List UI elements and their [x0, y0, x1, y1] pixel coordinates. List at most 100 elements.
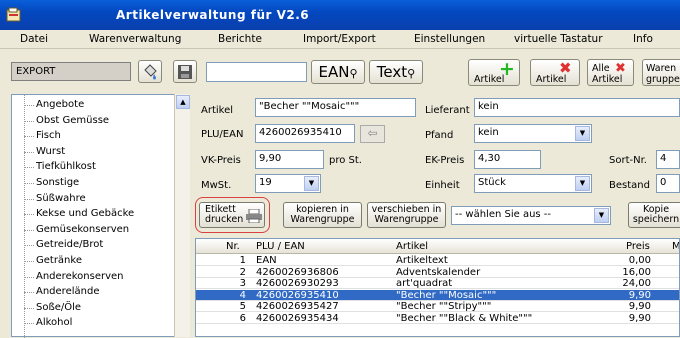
menu-einstellungen[interactable]: Einstellungen [414, 33, 485, 45]
menu-info[interactable]: Info [633, 33, 653, 45]
cell-nr: 3 [239, 278, 246, 289]
table-row[interactable]: 6 4260026935434 "Becher ""Black & White"""… [196, 312, 679, 324]
tree-item[interactable]: Tiefkühlkost [36, 161, 96, 172]
menu-bar: Datei Warenverwaltung Berichte Import/Ex… [0, 30, 680, 49]
scroll-up-button[interactable]: ▲ [176, 95, 190, 109]
cell-plu: EAN [256, 255, 277, 266]
tree-item[interactable]: Süßwahre [36, 193, 86, 204]
vertical-scrollbar[interactable]: ▲ [174, 94, 190, 337]
tree-connector [24, 261, 34, 262]
tree-connector [24, 136, 34, 138]
plu-field[interactable]: 4260026935410 [255, 124, 355, 143]
tree-item[interactable]: Wurst [36, 146, 65, 157]
tree-item[interactable]: Getränke [36, 255, 82, 266]
table-row[interactable]: 1 EAN Artikeltext 0,00 [196, 255, 679, 267]
cell-plu: 4260026935410 [256, 289, 339, 301]
tree-line [24, 95, 25, 338]
mwst-select[interactable]: 19 ▼ [255, 174, 321, 193]
arrow-left-icon: ⇦ [367, 126, 378, 140]
artikel-field[interactable]: "Becher ""Mosaic""" [255, 98, 416, 117]
toolbar: EXPORT EAN⚲ Text⚲ + Artikel ✖ Artikel ✖ … [0, 50, 680, 94]
tree-item[interactable]: Angebote [36, 99, 84, 110]
key-icon: ⚲ [407, 67, 416, 80]
clear-button[interactable] [138, 60, 162, 83]
sort-field[interactable]: 4 [656, 150, 680, 169]
delete-article-button[interactable]: ✖ Artikel [530, 59, 580, 86]
menu-virtuelle-tastatur[interactable]: virtuelle Tastatur [514, 33, 603, 45]
tree-connector [24, 229, 34, 231]
tree-item[interactable]: Alkohol [36, 317, 72, 328]
lieferant-value: kein [478, 101, 499, 112]
einheit-value: Stück [478, 177, 506, 188]
app-icon[interactable] [6, 7, 22, 23]
cell-artikel: Artikeltext [396, 255, 448, 266]
cell-nr: 4 [239, 289, 246, 301]
col-artikel[interactable]: Artikel [396, 241, 428, 252]
pfand-select[interactable]: kein ▼ [474, 124, 592, 143]
tree-item[interactable]: Fisch [36, 130, 61, 141]
chevron-down-icon[interactable]: ▼ [575, 176, 590, 191]
search-text-button[interactable]: Text⚲ [369, 60, 423, 84]
copy-ean-button[interactable]: ⇦ [360, 125, 385, 143]
copy-to-group-button[interactable]: kopieren in Warengruppe [283, 202, 362, 228]
tree-item[interactable]: Anderekonserven [36, 271, 124, 282]
col-m[interactable]: M [672, 241, 679, 252]
tree-connector [24, 198, 34, 200]
menu-datei[interactable]: Datei [20, 33, 48, 45]
print-label-button[interactable]: Etikett drucken [199, 202, 265, 228]
chevron-down-icon[interactable]: ▼ [304, 176, 319, 191]
title-bar: Artikelverwaltung für V2.6 [0, 0, 680, 30]
tree-item[interactable]: Sonstige [36, 177, 79, 188]
menu-warenverwaltung[interactable]: Warenverwaltung [89, 33, 181, 45]
table-header: Nr. PLU / EAN Artikel Preis M [196, 239, 679, 254]
chevron-down-icon[interactable]: ▼ [575, 126, 590, 141]
vk-field[interactable]: 9,90 [255, 150, 324, 169]
cell-artikel: "Becher ""Mosaic""" [396, 289, 497, 301]
table-row[interactable]: 3 4260026930293 art'quadrat 24,00 [196, 278, 679, 290]
cell-artikel: "Becher ""Black & White""" [396, 312, 533, 324]
cell-nr: 6 [239, 312, 246, 324]
table-row[interactable]: 4 4260026935410 "Becher ""Mosaic""" 9,90 [196, 289, 679, 301]
product-group-button[interactable]: Waren gruppe [642, 59, 680, 86]
delete-all-label-1: Alle [592, 63, 610, 74]
add-article-button[interactable]: + Artikel [468, 58, 520, 86]
bestand-field[interactable]: 0 [656, 174, 680, 193]
table-row[interactable]: 5 4260026935427 "Becher ""Stripy""" 9,90 [196, 301, 679, 313]
pfand-label: Pfand [425, 130, 454, 141]
menu-berichte[interactable]: Berichte [218, 33, 262, 45]
chevron-down-icon[interactable]: ▼ [594, 208, 609, 223]
cell-nr: 1 [239, 255, 246, 266]
cell-preis: 24,00 [622, 278, 651, 289]
cell-preis: 9,90 [628, 312, 651, 324]
sort-label: Sort-Nr. [609, 155, 647, 166]
tree-item[interactable]: Kekse und Gebäcke [36, 208, 134, 219]
tree-item[interactable]: Anderelände [36, 286, 99, 297]
cell-preis: 9,90 [628, 289, 651, 301]
target-group-value: -- wählen Sie aus -- [455, 209, 552, 220]
search-input[interactable] [206, 62, 307, 82]
move-to-group-button[interactable]: verschieben in Warengruppe [367, 202, 446, 228]
col-nr[interactable]: Nr. [226, 241, 240, 252]
menu-import-export[interactable]: Import/Export [303, 33, 376, 45]
save-button[interactable] [173, 60, 197, 83]
tree-connector [24, 292, 34, 294]
lieferant-select[interactable]: kein [474, 98, 680, 117]
delete-all-label-2: Artikel [592, 74, 623, 85]
tree-connector [24, 214, 34, 216]
ek-field[interactable]: 4,30 [474, 150, 541, 169]
table-row[interactable]: 2 4260026936806 Adventskalender 16,00 [196, 267, 679, 278]
search-ean-button[interactable]: EAN⚲ [311, 60, 365, 84]
tree-connector [24, 307, 34, 309]
einheit-select[interactable]: Stück ▼ [474, 174, 592, 193]
tree-connector [24, 323, 34, 325]
artikel-label: Artikel [201, 105, 234, 116]
col-preis[interactable]: Preis [626, 241, 650, 252]
delete-all-articles-button[interactable]: ✖ Alle Artikel [587, 59, 634, 86]
tree-item[interactable]: Gemüsekonserven [36, 224, 129, 235]
tree-item[interactable]: Obst Gemüsse [36, 115, 109, 126]
save-copy-button[interactable]: Kopie speichern [628, 202, 680, 228]
target-group-select[interactable]: -- wählen Sie aus -- ▼ [451, 206, 611, 225]
col-plu[interactable]: PLU / EAN [256, 241, 305, 252]
tree-item[interactable]: Getreide/Brot [36, 239, 103, 250]
tree-item[interactable]: Soße/Öle [36, 302, 81, 313]
